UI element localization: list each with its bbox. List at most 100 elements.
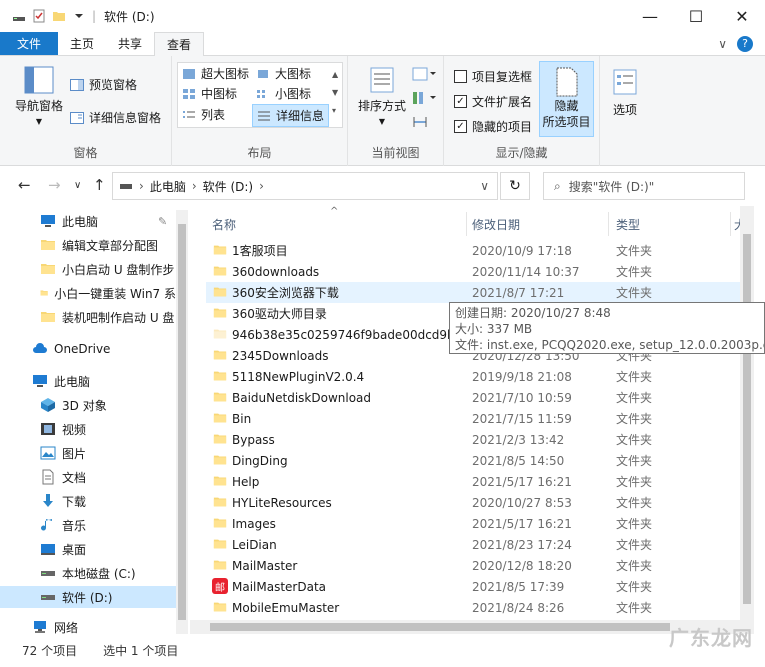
options-button[interactable]: 选项 bbox=[606, 68, 644, 118]
address-bar[interactable]: › 此电脑 › 软件 (D:) › ∨ bbox=[112, 172, 498, 200]
column-header-date[interactable]: 修改日期 bbox=[472, 212, 520, 236]
file-row[interactable]: MobileEmuMaster 2021/8/24 8:26 文件夹 bbox=[206, 597, 742, 618]
chevron-down-icon[interactable] bbox=[72, 9, 86, 23]
file-row[interactable]: BaiduNetdiskDownload 2021/7/10 10:59 文件夹 bbox=[206, 387, 742, 408]
nav-item[interactable]: 此电脑 bbox=[0, 370, 176, 392]
item-count: 72 个项目 bbox=[22, 644, 78, 658]
nav-item[interactable]: 音乐 bbox=[0, 514, 176, 536]
list-option[interactable]: 列表 bbox=[182, 106, 225, 123]
nav-item[interactable]: 下载 bbox=[0, 490, 176, 512]
details-option[interactable]: 详细信息 bbox=[252, 104, 330, 127]
file-row[interactable]: 5118NewPluginV2.0.4 2019/9/18 21:08 文件夹 bbox=[206, 366, 742, 387]
preview-pane-button[interactable]: 预览窗格 bbox=[70, 76, 137, 93]
properties-icon[interactable] bbox=[32, 9, 46, 23]
file-row[interactable]: Images 2021/5/17 16:21 文件夹 bbox=[206, 513, 742, 534]
file-row[interactable]: DingDing 2021/8/5 14:50 文件夹 bbox=[206, 450, 742, 471]
nav-item[interactable]: 此电脑 ✎ bbox=[0, 210, 176, 232]
nav-item[interactable]: 图片 bbox=[0, 442, 176, 464]
extra-large-icons-option[interactable]: 超大图标 bbox=[182, 65, 249, 82]
nav-item[interactable]: 3D 对象 bbox=[0, 394, 176, 416]
file-date: 2021/8/24 8:26 bbox=[472, 600, 565, 615]
new-folder-icon[interactable] bbox=[52, 9, 66, 23]
sort-icon bbox=[370, 67, 394, 93]
tab-file[interactable]: 文件 bbox=[0, 32, 58, 55]
minimize-button[interactable]: — bbox=[627, 0, 673, 32]
column-separator[interactable] bbox=[730, 212, 731, 236]
nav-item[interactable]: 桌面 bbox=[0, 538, 176, 560]
file-row[interactable]: 邮 MailMasterData 2021/8/5 17:39 文件夹 bbox=[206, 576, 742, 597]
file-list-horizontal-thumb[interactable] bbox=[210, 623, 670, 631]
nav-item[interactable]: OneDrive bbox=[0, 338, 176, 360]
file-extensions-checkbox[interactable]: ✓ bbox=[454, 95, 467, 108]
nav-item[interactable]: 软件 (D:) bbox=[0, 586, 176, 608]
hidden-items-toggle[interactable]: ✓ 隐藏的项目 bbox=[454, 118, 532, 135]
back-arrow-icon[interactable]: ← bbox=[18, 176, 31, 194]
file-row[interactable]: HYLiteResources 2020/10/27 8:53 文件夹 bbox=[206, 492, 742, 513]
nav-item[interactable]: 视频 bbox=[0, 418, 176, 440]
file-name: MailMaster bbox=[232, 558, 298, 573]
nav-pane-scrollbar[interactable] bbox=[176, 210, 188, 634]
nav-item[interactable]: 本地磁盘 (C:) bbox=[0, 562, 176, 584]
folder-icon bbox=[213, 245, 227, 255]
nav-item[interactable]: 编辑文章部分配图 bbox=[0, 234, 176, 256]
details-pane-button[interactable]: 详细信息窗格 bbox=[70, 109, 161, 126]
nav-pane-button[interactable]: 导航窗格 ▼ bbox=[12, 66, 66, 130]
forward-arrow-icon[interactable]: → bbox=[48, 176, 61, 194]
ribbon-expand-icon[interactable]: ∨ bbox=[718, 37, 727, 51]
file-row[interactable]: Bin 2021/7/15 11:59 文件夹 bbox=[206, 408, 742, 429]
tab-share[interactable]: 共享 bbox=[106, 32, 154, 55]
close-button[interactable]: ✕ bbox=[719, 0, 765, 32]
group-by-icon[interactable] bbox=[412, 66, 436, 82]
watermark-text: 广东龙网 bbox=[669, 626, 753, 650]
item-checkboxes-toggle[interactable]: 项目复选框 bbox=[454, 68, 532, 85]
file-row[interactable]: MailMaster 2020/12/8 18:20 文件夹 bbox=[206, 555, 742, 576]
file-row[interactable]: 1客服项目 2020/10/9 17:18 文件夹 bbox=[206, 240, 742, 261]
tab-home[interactable]: 主页 bbox=[58, 32, 106, 55]
column-header-name[interactable]: 名称 bbox=[212, 212, 236, 236]
file-list-vertical-scrollbar[interactable] bbox=[740, 206, 754, 620]
small-icons-option[interactable]: 小图标 bbox=[256, 85, 311, 102]
medium-icons-option[interactable]: 中图标 bbox=[182, 85, 237, 102]
help-icon[interactable]: ? bbox=[737, 35, 753, 52]
tab-view[interactable]: 查看 bbox=[154, 32, 205, 56]
size-columns-icon[interactable] bbox=[412, 114, 436, 130]
hide-selected-items-button[interactable]: 隐藏 所选项目 bbox=[539, 61, 594, 137]
breadcrumb-this-pc[interactable]: 此电脑 bbox=[150, 178, 186, 195]
add-columns-icon[interactable] bbox=[412, 90, 436, 106]
item-checkboxes-checkbox[interactable] bbox=[454, 70, 467, 83]
recent-locations-icon[interactable]: ∨ bbox=[74, 180, 81, 191]
sort-by-button[interactable]: 排序方式 ▼ bbox=[356, 66, 408, 130]
column-separator[interactable] bbox=[466, 212, 467, 236]
up-arrow-icon[interactable]: ↑ bbox=[93, 176, 106, 194]
file-date: 2021/8/5 17:39 bbox=[472, 579, 565, 594]
nav-item[interactable]: 装机吧制作启动 U 盘 bbox=[0, 306, 176, 328]
nav-item[interactable]: 文档 bbox=[0, 466, 176, 488]
file-row[interactable]: 360downloads 2020/11/14 10:37 文件夹 bbox=[206, 261, 742, 282]
pin-icon[interactable]: ✎ bbox=[158, 215, 167, 228]
address-dropdown-icon[interactable]: ∨ bbox=[480, 179, 489, 193]
file-name: MailMasterData bbox=[232, 579, 327, 594]
file-list-vertical-thumb[interactable] bbox=[743, 234, 751, 604]
refresh-icon: ↻ bbox=[509, 178, 521, 194]
gallery-scroll[interactable]: ▲ ▼ ▾ bbox=[332, 66, 338, 120]
nav-pane-scroll-thumb[interactable] bbox=[178, 224, 186, 620]
refresh-button[interactable]: ↻ bbox=[500, 172, 530, 200]
nav-item[interactable]: 网络 bbox=[0, 616, 176, 634]
hidden-items-checkbox[interactable]: ✓ bbox=[454, 120, 467, 133]
nav-item[interactable]: 小白启动 U 盘制作步 bbox=[0, 258, 176, 280]
file-extensions-toggle[interactable]: ✓ 文件扩展名 bbox=[454, 93, 532, 110]
large-icons-option[interactable]: 大图标 bbox=[256, 65, 311, 82]
column-header-type[interactable]: 类型 bbox=[616, 212, 640, 236]
maximize-button[interactable]: ☐ bbox=[673, 0, 719, 32]
file-row[interactable]: 360安全浏览器下载 2021/8/7 17:21 文件夹 bbox=[206, 282, 742, 303]
nav-item[interactable]: 小白一键重装 Win7 系 bbox=[0, 282, 176, 304]
breadcrumb-current[interactable]: 软件 (D:) bbox=[203, 178, 253, 195]
search-box[interactable]: ⌕ 搜索"软件 (D:)" bbox=[543, 172, 745, 200]
file-type: 文件夹 bbox=[616, 412, 653, 426]
file-row[interactable]: Help 2021/5/17 16:21 文件夹 bbox=[206, 471, 742, 492]
file-name: 2345Downloads bbox=[232, 348, 329, 363]
file-row[interactable]: Bypass 2021/2/3 13:42 文件夹 bbox=[206, 429, 742, 450]
file-row[interactable]: LeiDian 2021/8/23 17:24 文件夹 bbox=[206, 534, 742, 555]
mail-app-icon: 邮 bbox=[212, 578, 228, 594]
column-separator[interactable] bbox=[608, 212, 609, 236]
